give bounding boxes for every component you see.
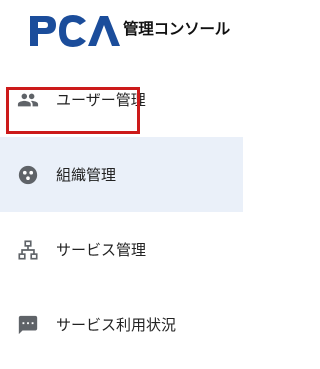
sidebar-item-label: ユーザー管理 <box>56 91 146 109</box>
app-title: 管理コンソール <box>123 20 231 38</box>
sidebar-item-label: サービス利用状況 <box>56 316 177 334</box>
organization-icon <box>17 164 39 186</box>
sidebar-nav: ユーザー管理 組織管理 サービス管理 サービス利用状況 <box>0 62 243 362</box>
sidebar-item-service-usage[interactable]: サービス利用状況 <box>0 287 243 362</box>
sidebar-item-label: 組織管理 <box>56 166 117 184</box>
sidebar-item-label: サービス管理 <box>56 241 147 259</box>
hierarchy-icon <box>17 239 39 261</box>
pca-logo <box>28 10 120 50</box>
header: 管理コンソール <box>0 0 243 62</box>
sidebar-item-users[interactable]: ユーザー管理 <box>0 62 243 137</box>
sidebar-item-organization[interactable]: 組織管理 <box>0 137 243 212</box>
people-icon <box>17 89 39 111</box>
sidebar-item-services[interactable]: サービス管理 <box>0 212 243 287</box>
comment-icon <box>17 314 39 336</box>
